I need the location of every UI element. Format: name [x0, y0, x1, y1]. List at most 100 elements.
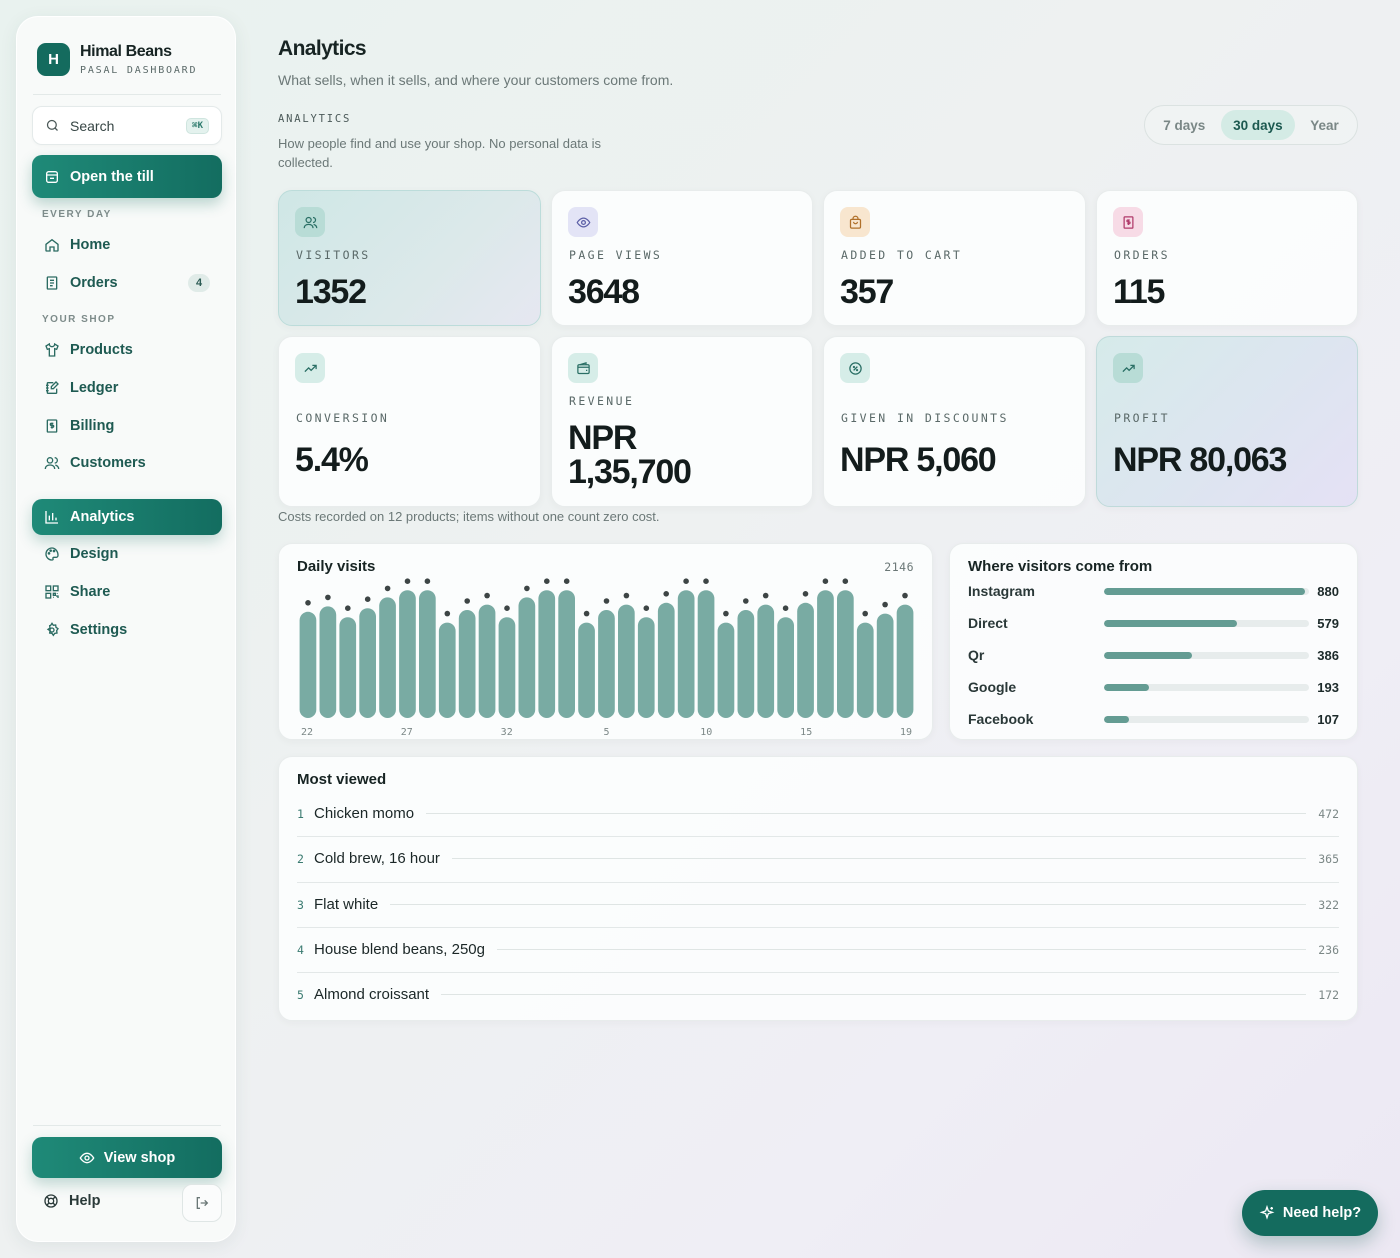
chart-bar[interactable] [458, 610, 476, 718]
nav-home[interactable]: Home [32, 227, 222, 263]
list-item[interactable]: 1 Chicken momo 472 [297, 791, 1339, 836]
stat-value: 1352 [295, 273, 367, 311]
chart-bar[interactable] [438, 622, 456, 718]
palette-icon [44, 546, 60, 562]
chart-bar[interactable] [677, 590, 695, 718]
chart-bar[interactable] [598, 610, 615, 718]
open-till-button[interactable]: Open the till [32, 155, 222, 198]
chart-bar[interactable] [478, 604, 496, 718]
chart-bar[interactable] [538, 590, 556, 718]
nav-orders[interactable]: Orders 4 [32, 265, 222, 301]
bar-chart-icon [44, 509, 60, 525]
x-tick-label: 19 [900, 727, 912, 738]
nav-billing[interactable]: Billing [32, 408, 222, 444]
chart-bar[interactable] [856, 622, 874, 718]
chart-bar[interactable] [737, 610, 755, 718]
search-icon [45, 118, 61, 134]
chart-point [842, 578, 849, 584]
item-views: 365 [1318, 851, 1339, 866]
stat-card-profit: PROFIT NPR 80,063 [1096, 336, 1358, 507]
chart-bar[interactable] [797, 602, 814, 718]
chart-bar[interactable] [379, 597, 396, 718]
chart-bar[interactable] [558, 590, 575, 718]
nav-share[interactable]: Share [32, 574, 222, 610]
range-7-days[interactable]: 7 days [1150, 110, 1219, 140]
panel-title: Most viewed [297, 771, 387, 788]
daily-visits-chart: 22 27 32 5 10 15 19 [299, 578, 914, 738]
view-shop-button[interactable]: View shop [32, 1137, 222, 1178]
chart-bar[interactable] [777, 617, 794, 718]
chart-point [762, 592, 769, 599]
chart-point [424, 578, 431, 584]
list-item[interactable]: 2 Cold brew, 16 hour 365 [297, 836, 1339, 881]
stat-value: 115 [1113, 273, 1165, 311]
search-shortcut: ⌘K [186, 117, 209, 134]
range-30-days[interactable]: 30 days [1220, 110, 1296, 140]
chart-bar[interactable] [339, 617, 357, 718]
list-item[interactable]: 5 Almond croissant 172 [297, 972, 1339, 1017]
source-bar-fill [1104, 683, 1150, 691]
nav-design[interactable]: Design [32, 536, 222, 572]
chart-bar[interactable] [876, 613, 894, 718]
list-item[interactable]: 3 Flat white 322 [297, 882, 1339, 927]
chart-point [683, 578, 689, 584]
source-bar-track [1104, 715, 1309, 723]
chart-point [563, 578, 570, 584]
eye-icon [568, 207, 598, 237]
stat-card-orders: ORDERS 115 [1096, 190, 1358, 326]
range-year[interactable]: Year [1297, 110, 1352, 140]
chart-point [643, 605, 650, 611]
chart-bar[interactable] [896, 604, 914, 718]
chart-point [464, 598, 470, 604]
invoice-icon [44, 418, 60, 434]
trending-up-icon [295, 353, 325, 383]
source-bar-track [1104, 651, 1309, 659]
search-button[interactable]: Search ⌘K [32, 106, 222, 145]
list-item[interactable]: 4 House blend beans, 250g 236 [297, 927, 1339, 972]
stat-value: NPR 80,063 [1113, 441, 1287, 479]
source-name: Direct [968, 615, 1008, 631]
nav-analytics[interactable]: Analytics [32, 499, 222, 535]
logout-button[interactable] [182, 1184, 222, 1222]
stat-card-visitors: VISITORS 1352 [278, 190, 541, 326]
chart-point [544, 578, 550, 584]
chart-bar[interactable] [299, 611, 317, 718]
nav-customers[interactable]: Customers [32, 445, 222, 481]
eye-icon [79, 1150, 95, 1166]
item-name: Chicken momo [314, 805, 415, 822]
chart-bar[interactable] [578, 622, 595, 718]
nav-ledger[interactable]: Ledger [32, 370, 222, 406]
nav-settings[interactable]: Settings [32, 612, 222, 648]
source-bar-track [1104, 683, 1309, 691]
chart-bar[interactable] [319, 606, 337, 718]
chart-point [862, 610, 868, 617]
brand[interactable]: H Himal Beans PASAL DASHBOARD [37, 43, 197, 76]
open-till-label: Open the till [70, 168, 154, 185]
nav-products[interactable]: Products [32, 332, 222, 368]
chart-bar[interactable] [817, 590, 834, 718]
need-help-button[interactable]: Need help? [1242, 1190, 1378, 1236]
chart-bar[interactable] [419, 590, 436, 718]
chart-bar[interactable] [717, 622, 735, 718]
chart-bar[interactable] [837, 590, 854, 718]
section-tag: ANALYTICS [278, 113, 352, 125]
stat-label: PAGE VIEWS [569, 248, 663, 262]
chart-bar[interactable] [697, 590, 715, 718]
chart-bar[interactable] [637, 617, 655, 718]
chart-bar[interactable] [518, 597, 536, 718]
stat-value: 357 [840, 273, 894, 311]
chart-bar[interactable] [757, 604, 775, 718]
source-row: Facebook 107 [968, 709, 1339, 729]
help-link[interactable]: Help [43, 1193, 100, 1209]
qr-code-icon [44, 584, 60, 600]
chart-bar[interactable] [498, 617, 516, 718]
chart-bar[interactable] [618, 604, 635, 718]
sidebar-divider [33, 94, 221, 95]
chart-bar[interactable] [399, 590, 416, 718]
sidebar-bottom-divider [33, 1125, 221, 1126]
chart-bar[interactable] [657, 602, 675, 718]
stat-value: 3648 [568, 273, 640, 311]
chart-bar[interactable] [359, 608, 376, 718]
search-label: Search [70, 117, 115, 134]
view-shop-label: View shop [103, 1149, 176, 1166]
